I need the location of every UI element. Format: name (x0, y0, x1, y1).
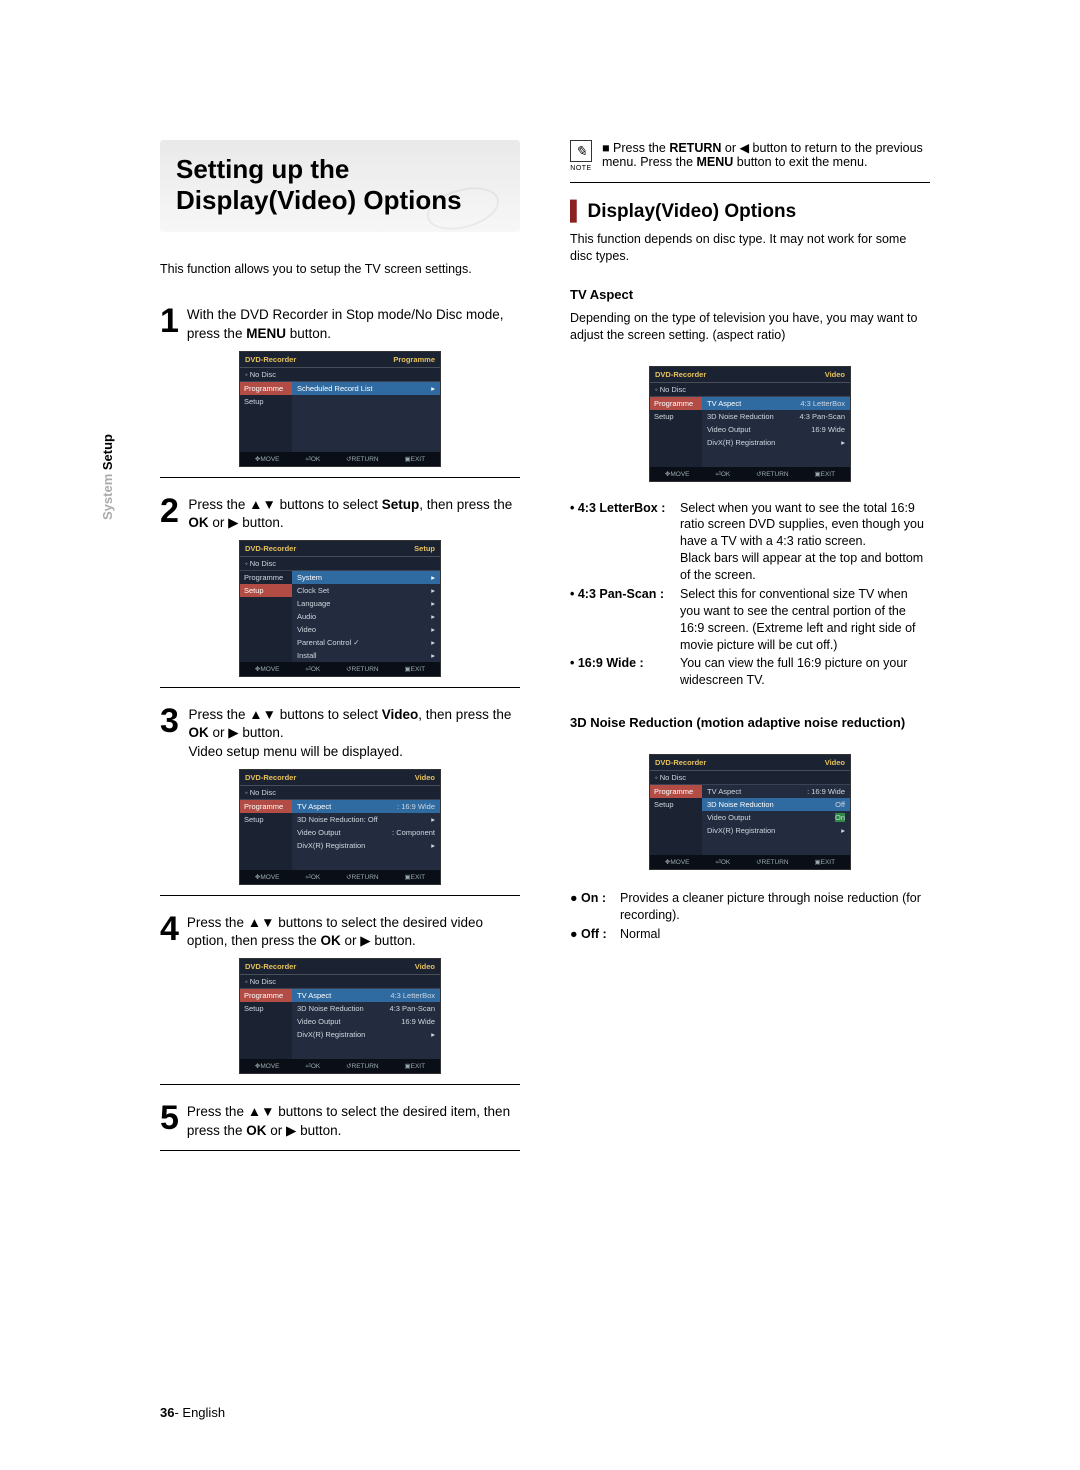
osd-screenshot-noise: DVD-RecorderVideo ◦ No Disc Programme Se… (649, 754, 851, 870)
tab-gray: System (100, 470, 115, 520)
noise-heading: 3D Noise Reduction (motion adaptive nois… (570, 715, 930, 730)
page-title: Setting up the Display(Video) Options (160, 140, 520, 232)
step-text: With the DVD Recorder in Stop mode/No Di… (187, 304, 520, 342)
note-icon: ✎ (570, 140, 592, 162)
step-number: 5 (160, 1101, 179, 1139)
step-3: 3 Press the ▲▼ buttons to select Video, … (160, 704, 520, 761)
step-text: Press the ▲▼ buttons to select Setup, th… (188, 494, 520, 532)
note: ✎ NOTE ■ Press the RETURN or ◀ button to… (570, 140, 930, 172)
step-2: 2 Press the ▲▼ buttons to select Setup, … (160, 494, 520, 532)
note-icon-wrap: ✎ NOTE (570, 140, 592, 172)
step-number: 3 (160, 704, 180, 761)
section-intro: This function depends on disc type. It m… (570, 231, 930, 265)
left-column: Setting up the Display(Video) Options Th… (160, 140, 520, 1167)
osd-screenshot-3: DVD-RecorderVideo ◦ No Disc Programme Se… (239, 769, 441, 885)
page-footer: 36- English (160, 1405, 225, 1420)
step-1: 1 With the DVD Recorder in Stop mode/No … (160, 304, 520, 342)
step-4: 4 Press the ▲▼ buttons to select the des… (160, 912, 520, 950)
section-heading: ▌Display(Video) Options (570, 201, 930, 223)
step-5: 5 Press the ▲▼ buttons to select the des… (160, 1101, 520, 1139)
intro-text: This function allows you to setup the TV… (160, 262, 520, 276)
note-text: ■ Press the RETURN or ◀ button to return… (602, 140, 930, 172)
note-label: NOTE (570, 165, 592, 172)
tv-aspect-desc: Depending on the type of television you … (570, 310, 930, 344)
osd-screenshot-aspect: DVD-RecorderVideo ◦ No Disc Programme Se… (649, 366, 851, 482)
osd-screenshot-1: DVD-RecorderProgramme ◦ No Disc Programm… (239, 351, 441, 467)
step-text: Press the ▲▼ buttons to select the desir… (187, 912, 520, 950)
tv-aspect-heading: TV Aspect (570, 287, 930, 302)
step-number: 1 (160, 304, 179, 342)
tab-strong: Setup (100, 434, 115, 470)
step-text: Press the ▲▼ buttons to select Video, th… (188, 704, 520, 761)
columns: Setting up the Display(Video) Options Th… (160, 140, 970, 1167)
step-text: Press the ▲▼ buttons to select the desir… (187, 1101, 520, 1139)
right-column: ✎ NOTE ■ Press the RETURN or ◀ button to… (570, 140, 930, 1167)
osd-screenshot-4: DVD-RecorderVideo ◦ No Disc Programme Se… (239, 958, 441, 1074)
aspect-definitions: • 4:3 LetterBox :Select when you want to… (570, 500, 930, 690)
osd-screenshot-2: DVD-RecorderSetup ◦ No Disc Programme Se… (239, 540, 441, 677)
step-number: 2 (160, 494, 180, 532)
manual-page: System Setup Setting up the Display(Vide… (0, 0, 1080, 1470)
step-number: 4 (160, 912, 179, 950)
section-tab: System Setup (100, 434, 115, 520)
noise-bullets: ● On :Provides a cleaner picture through… (570, 890, 930, 943)
